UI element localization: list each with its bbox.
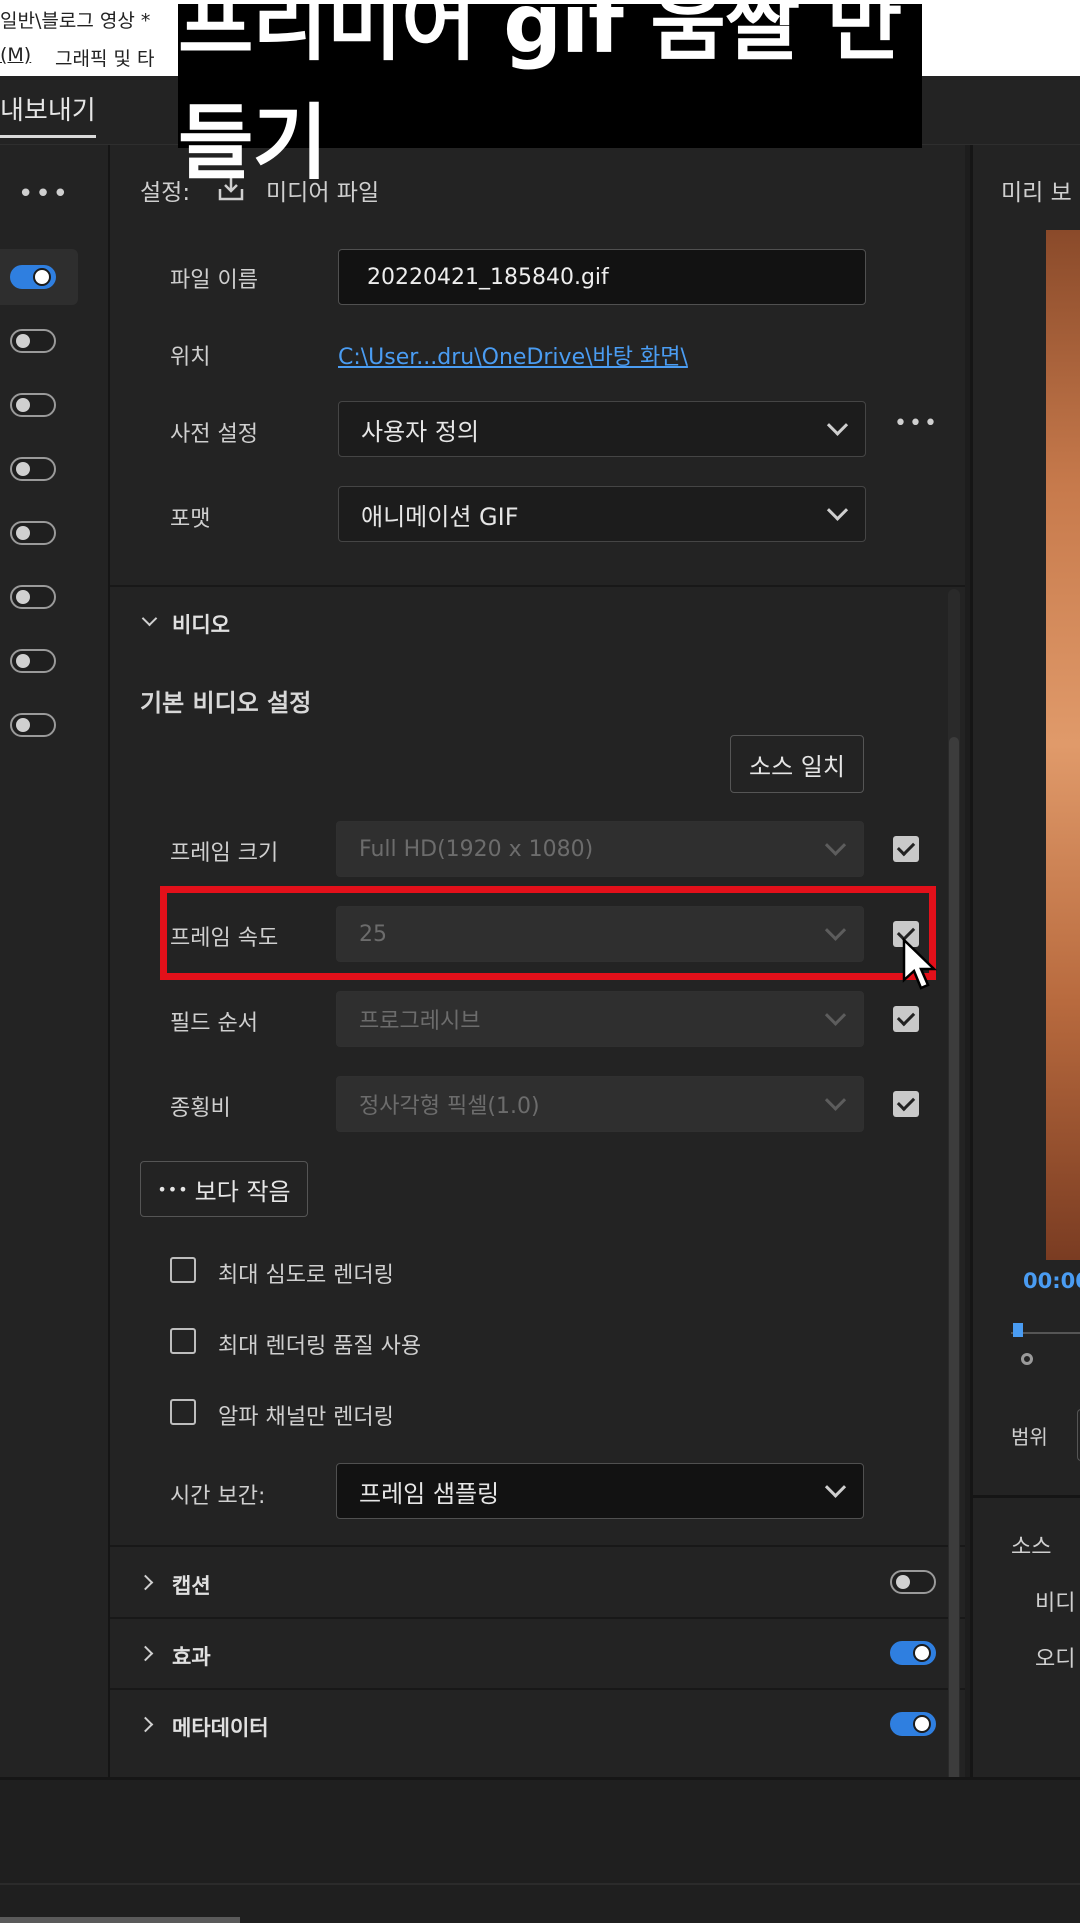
- alpha-only-label: 알파 채널만 렌더링: [218, 1405, 394, 1430]
- effects-section-label[interactable]: 효과: [172, 1641, 211, 1671]
- show-less-button[interactable]: ••• 보다 작음: [140, 1161, 308, 1217]
- preset-label: 사전 설정: [170, 422, 258, 447]
- preset-more-icon[interactable]: •••: [894, 411, 939, 436]
- chevron-down-icon: [824, 1004, 847, 1026]
- scrollbar-thumb[interactable]: [949, 737, 959, 1837]
- queue-toggle-6[interactable]: [10, 585, 56, 609]
- max-depth-checkbox[interactable]: [170, 1257, 196, 1283]
- timeline-start-handle[interactable]: [1021, 1353, 1033, 1365]
- tab-export[interactable]: 내보내기: [0, 90, 96, 138]
- source-label: 소스: [1011, 1535, 1052, 1560]
- aspect-select[interactable]: 정사각형 픽셀(1.0): [336, 1076, 864, 1132]
- more-dots-icon: •••: [157, 1179, 189, 1199]
- preview-title: 미리 보: [1001, 180, 1072, 206]
- field-order-value: 프로그레시브: [359, 1009, 481, 1034]
- divider: [110, 1545, 965, 1547]
- captions-toggle[interactable]: [890, 1570, 936, 1594]
- format-label: 포맷: [170, 507, 211, 532]
- basic-video-settings-title: 기본 비디오 설정: [140, 689, 312, 717]
- chevron-down-icon: [826, 499, 849, 521]
- queue-toggle-3[interactable]: [10, 393, 56, 417]
- export-queue-panel: •••: [0, 145, 110, 1777]
- chevron-down-icon: [824, 1476, 847, 1498]
- expand-arrow-icon[interactable]: [137, 1645, 154, 1662]
- menu-item-graphics[interactable]: 그래픽 및 타: [55, 44, 154, 71]
- metadata-section-label[interactable]: 메타데이터: [172, 1712, 269, 1742]
- format-select[interactable]: 애니메이션 GIF: [338, 486, 866, 542]
- location-link[interactable]: C:\User...dru\OneDrive\바탕 화면\: [338, 339, 688, 371]
- captions-section-label[interactable]: 캡션: [172, 1570, 211, 1600]
- queue-toggle-7[interactable]: [10, 649, 56, 673]
- frame-size-checkbox[interactable]: [893, 836, 919, 862]
- alpha-only-checkbox[interactable]: [170, 1399, 196, 1425]
- queue-toggle-4[interactable]: [10, 457, 56, 481]
- preset-select[interactable]: 사용자 정의: [338, 401, 866, 457]
- highlight-box: [160, 886, 936, 980]
- max-quality-checkbox[interactable]: [170, 1328, 196, 1354]
- format-value: 애니메이션 GIF: [361, 502, 519, 531]
- frame-size-select[interactable]: Full HD(1920 x 1080): [336, 821, 864, 877]
- expand-arrow-icon[interactable]: [137, 1716, 154, 1733]
- chevron-down-icon: [826, 414, 849, 436]
- preview-panel: 미리 보 00:00 범위 소스 비디 오디: [970, 145, 1080, 1777]
- show-less-label: 보다 작음: [194, 1177, 291, 1206]
- bottom-scrollbar[interactable]: [0, 1917, 240, 1923]
- aspect-value: 정사각형 픽셀(1.0): [359, 1094, 540, 1119]
- more-options-icon[interactable]: •••: [18, 179, 70, 209]
- divider: [110, 1617, 965, 1619]
- time-interp-select[interactable]: 프레임 샘플링: [336, 1463, 864, 1519]
- max-depth-label: 최대 심도로 렌더링: [218, 1263, 394, 1288]
- preview-timecode[interactable]: 00:00: [1023, 1269, 1080, 1293]
- preview-video-frame: [1046, 230, 1080, 1260]
- divider: [0, 1883, 1080, 1885]
- queue-toggle-1[interactable]: [10, 265, 56, 289]
- location-label: 위치: [170, 345, 211, 370]
- queue-toggle-2[interactable]: [10, 329, 56, 353]
- playhead-marker[interactable]: [1013, 1323, 1023, 1337]
- filename-input[interactable]: 20220421_185840.gif: [338, 249, 866, 305]
- divider: [973, 1495, 1080, 1498]
- bottom-bar: [0, 1777, 1080, 1923]
- aspect-checkbox[interactable]: [893, 1091, 919, 1117]
- source-video-label: 비디: [1035, 1591, 1076, 1616]
- divider: [110, 1688, 965, 1690]
- chevron-down-icon: [824, 1089, 847, 1111]
- range-label: 범위: [1011, 1425, 1048, 1449]
- chevron-down-icon: [824, 834, 847, 856]
- frame-size-label: 프레임 크기: [170, 841, 279, 866]
- max-quality-label: 최대 렌더링 품질 사용: [218, 1334, 422, 1359]
- metadata-toggle[interactable]: [890, 1712, 936, 1736]
- divider: [110, 585, 965, 587]
- time-interp-value: 프레임 샘플링: [359, 1479, 500, 1508]
- window-title: 일반\블로그 영상 *: [0, 10, 151, 32]
- collapse-arrow-icon[interactable]: [141, 610, 158, 627]
- menu-item-m[interactable]: (M): [0, 44, 31, 66]
- filename-label: 파일 이름: [170, 268, 258, 293]
- field-order-checkbox[interactable]: [893, 1006, 919, 1032]
- queue-toggle-5[interactable]: [10, 521, 56, 545]
- frame-size-value: Full HD(1920 x 1080): [359, 836, 594, 862]
- video-section-label[interactable]: 비디오: [172, 609, 230, 639]
- aspect-label: 종횡비: [170, 1096, 231, 1121]
- preset-value: 사용자 정의: [361, 417, 480, 446]
- time-interp-label: 시간 보간:: [170, 1484, 266, 1509]
- expand-arrow-icon[interactable]: [137, 1574, 154, 1591]
- source-audio-label: 오디: [1035, 1647, 1076, 1672]
- queue-toggle-8[interactable]: [10, 713, 56, 737]
- field-order-label: 필드 순서: [170, 1011, 258, 1036]
- caption-text: 프리미어 gif 움짤 만들기: [178, 0, 902, 191]
- mouse-cursor-icon: [902, 938, 938, 990]
- scrollbar-track[interactable]: [948, 589, 960, 1859]
- effects-toggle[interactable]: [890, 1641, 936, 1665]
- video-caption-overlay: 프리미어 gif 움짤 만들기: [178, 0, 922, 191]
- field-order-select[interactable]: 프로그레시브: [336, 991, 864, 1047]
- match-source-button[interactable]: 소스 일치: [730, 735, 864, 793]
